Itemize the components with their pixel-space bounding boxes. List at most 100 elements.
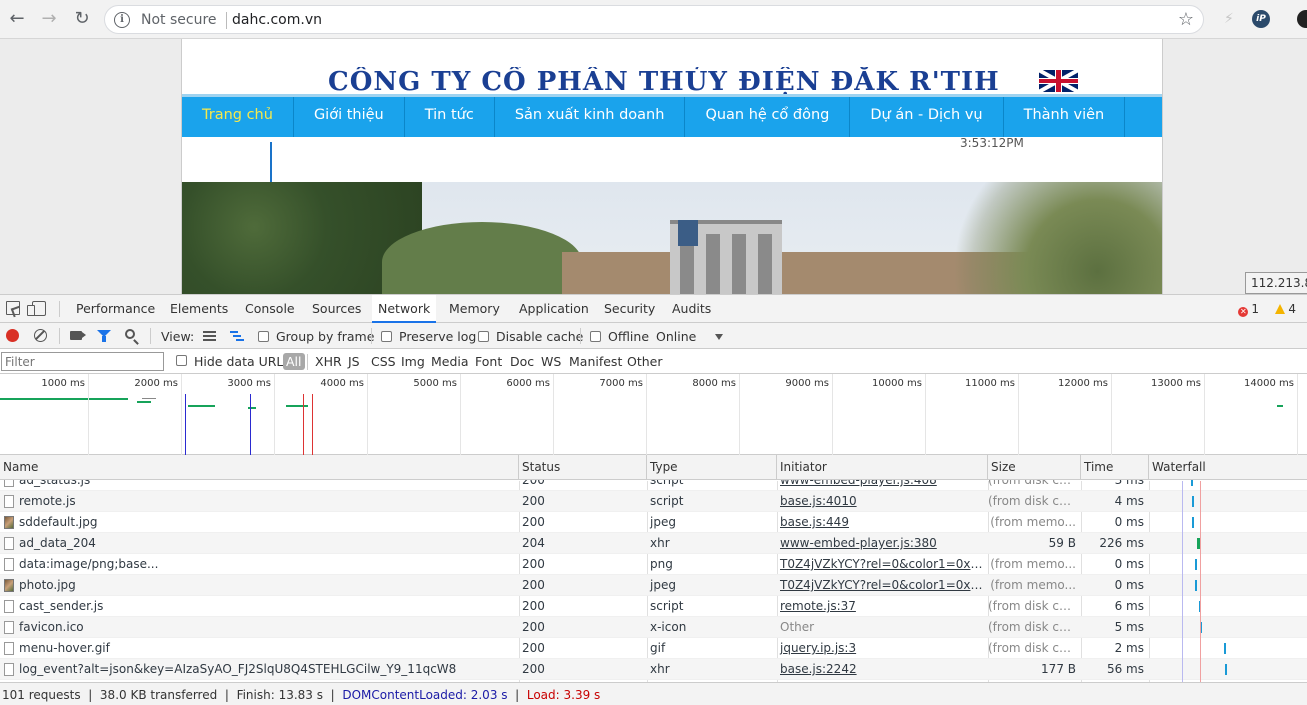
network-overview[interactable]: 1000 ms 2000 ms 3000 ms 4000 ms 5000 ms 6000 … bbox=[0, 374, 1307, 455]
url-text[interactable]: dahc.com.vn bbox=[232, 12, 322, 28]
reload-icon[interactable]: ↻ bbox=[71, 8, 93, 30]
request-name[interactable]: cast_sender.js bbox=[16, 596, 516, 617]
request-initiator[interactable]: T0Z4jVZkYCY?rel=0&color1=0x000... bbox=[777, 575, 988, 596]
request-name[interactable]: ad_data_204 bbox=[16, 533, 516, 554]
group-by-frame-label[interactable]: Group by frame bbox=[276, 329, 374, 344]
type-filter-font[interactable]: Font bbox=[475, 354, 502, 369]
table-row[interactable]: log_event?alt=json&key=AIzaSyAO_FJ2SlqU8… bbox=[0, 659, 1307, 680]
type-filter-doc[interactable]: Doc bbox=[510, 354, 534, 369]
forward-arrow-icon[interactable]: → bbox=[38, 8, 60, 30]
menu-item-members[interactable]: Thành viên bbox=[1004, 97, 1126, 137]
offline-label[interactable]: Offline bbox=[608, 329, 649, 344]
request-initiator[interactable]: jquery.ip.js:3 bbox=[777, 638, 988, 659]
device-toolbar-icon[interactable] bbox=[27, 301, 46, 316]
extension-bolt-icon[interactable]: ⚡ bbox=[1224, 11, 1234, 27]
hide-data-urls-label[interactable]: Hide data URLs bbox=[194, 354, 290, 369]
type-filter-js[interactable]: JS bbox=[348, 354, 360, 369]
request-name[interactable]: data:image/png;base... bbox=[16, 554, 516, 575]
type-filter-ws[interactable]: WS bbox=[541, 354, 561, 369]
type-filter-other[interactable]: Other bbox=[627, 354, 663, 369]
request-name[interactable]: sddefault.jpg bbox=[16, 512, 516, 533]
column-size[interactable]: Size bbox=[988, 455, 1081, 480]
back-arrow-icon[interactable]: ← bbox=[6, 8, 28, 30]
tab-elements[interactable]: Elements bbox=[164, 295, 234, 323]
warning-count[interactable]: 4 bbox=[1275, 302, 1296, 316]
column-waterfall[interactable]: Waterfall bbox=[1149, 455, 1307, 480]
request-name[interactable]: photo.jpg bbox=[16, 575, 516, 596]
preserve-log-label[interactable]: Preserve log bbox=[399, 329, 476, 344]
request-initiator[interactable]: remote.js:37 bbox=[777, 596, 988, 617]
menu-item-business[interactable]: Sản xuất kinh doanh bbox=[495, 97, 686, 137]
screenshot-camera-icon[interactable] bbox=[70, 331, 86, 340]
type-filter-all[interactable]: All bbox=[283, 353, 305, 370]
type-filter-img[interactable]: Img bbox=[401, 354, 425, 369]
throttling-select[interactable]: Online bbox=[656, 329, 696, 344]
bookmark-star-icon[interactable]: ☆ bbox=[1178, 9, 1194, 30]
request-initiator[interactable]: base.js:4010 bbox=[777, 491, 988, 512]
info-icon[interactable]: i bbox=[114, 12, 130, 28]
request-name[interactable]: remote.js bbox=[16, 491, 516, 512]
type-filter-media[interactable]: Media bbox=[431, 354, 469, 369]
menu-item-home[interactable]: Trang chủ bbox=[182, 97, 294, 137]
overview-gridline bbox=[88, 374, 89, 455]
request-initiator[interactable]: base.js:449 bbox=[777, 512, 988, 533]
large-rows-icon[interactable] bbox=[203, 331, 216, 341]
type-filter-manifest[interactable]: Manifest bbox=[569, 354, 622, 369]
tab-audits[interactable]: Audits bbox=[666, 295, 717, 323]
column-status[interactable]: Status bbox=[519, 455, 647, 480]
overview-bar bbox=[137, 401, 151, 403]
extension-ip-icon[interactable]: iP bbox=[1252, 10, 1270, 28]
table-row[interactable]: photo.jpg 200 jpeg T0Z4jVZkYCY?rel=0&color1… bbox=[0, 575, 1307, 596]
menu-item-shareholders[interactable]: Quan hệ cổ đông bbox=[685, 97, 851, 137]
overview-gridline bbox=[925, 374, 926, 455]
tab-memory[interactable]: Memory bbox=[443, 295, 506, 323]
tab-security[interactable]: Security bbox=[598, 295, 661, 323]
tab-sources[interactable]: Sources bbox=[306, 295, 367, 323]
record-icon[interactable] bbox=[6, 329, 19, 342]
table-row[interactable]: data:image/png;base... 200 png T0Z4jVZkYCY?… bbox=[0, 554, 1307, 575]
extension-profile-icon[interactable] bbox=[1297, 10, 1307, 28]
column-type[interactable]: Type bbox=[647, 455, 777, 480]
request-name[interactable]: favicon.ico bbox=[16, 617, 516, 638]
table-row[interactable]: cast_sender.js 200 script remote.js:37 (from… bbox=[0, 596, 1307, 617]
menu-item-about[interactable]: Giới thiệu bbox=[294, 97, 405, 137]
table-row[interactable]: sddefault.jpg 200 jpeg base.js:449 (from mem… bbox=[0, 512, 1307, 533]
overview-waterfall-icon[interactable] bbox=[230, 330, 244, 342]
error-count[interactable]: ✕ 1 bbox=[1238, 302, 1259, 317]
tab-application[interactable]: Application bbox=[513, 295, 595, 323]
column-time[interactable]: Time bbox=[1081, 455, 1149, 480]
request-initiator[interactable]: base.js:2242 bbox=[777, 659, 988, 680]
clear-icon[interactable] bbox=[34, 329, 47, 342]
type-filter-css[interactable]: CSS bbox=[371, 354, 396, 369]
preserve-log-checkbox[interactable] bbox=[381, 331, 392, 342]
search-icon[interactable] bbox=[125, 329, 135, 339]
request-name[interactable]: menu-hover.gif bbox=[16, 638, 516, 659]
tab-performance[interactable]: Performance bbox=[70, 295, 161, 323]
table-row[interactable]: remote.js 200 script base.js:4010 (from disk… bbox=[0, 491, 1307, 512]
disable-cache-checkbox[interactable] bbox=[478, 331, 489, 342]
request-initiator[interactable]: T0Z4jVZkYCY?rel=0&color1=0x000... bbox=[777, 554, 988, 575]
menu-item-projects[interactable]: Dự án - Dịch vụ bbox=[850, 97, 1004, 137]
table-row[interactable]: ad_data_204 204 xhr www-embed-player.js:380… bbox=[0, 533, 1307, 554]
address-bar[interactable]: i Not secure dahc.com.vn ☆ bbox=[104, 5, 1204, 34]
table-row[interactable]: menu-hover.gif 200 gif jquery.ip.js:3 (from … bbox=[0, 638, 1307, 659]
tab-console[interactable]: Console bbox=[239, 295, 301, 323]
tab-network[interactable]: Network bbox=[372, 295, 437, 323]
chevron-down-icon[interactable] bbox=[715, 334, 723, 340]
security-label[interactable]: Not secure bbox=[141, 12, 217, 28]
filter-icon[interactable] bbox=[97, 330, 111, 342]
hide-data-urls-checkbox[interactable] bbox=[176, 355, 187, 366]
inspect-element-icon[interactable] bbox=[6, 301, 20, 315]
uk-flag-icon[interactable] bbox=[1039, 70, 1078, 92]
column-initiator[interactable]: Initiator bbox=[777, 455, 988, 480]
disable-cache-label[interactable]: Disable cache bbox=[496, 329, 583, 344]
request-initiator[interactable]: www-embed-player.js:380 bbox=[777, 533, 988, 554]
type-filter-xhr[interactable]: XHR bbox=[315, 354, 342, 369]
menu-item-news[interactable]: Tin tức bbox=[405, 97, 495, 137]
group-by-frame-checkbox[interactable] bbox=[258, 331, 269, 342]
table-row[interactable]: favicon.ico 200 x-icon Other (from disk ca..… bbox=[0, 617, 1307, 638]
column-name[interactable]: Name bbox=[0, 455, 519, 480]
offline-checkbox[interactable] bbox=[590, 331, 601, 342]
filter-input[interactable] bbox=[1, 352, 164, 371]
request-name[interactable]: log_event?alt=json&key=AIzaSyAO_FJ2SlqU8… bbox=[16, 659, 516, 680]
